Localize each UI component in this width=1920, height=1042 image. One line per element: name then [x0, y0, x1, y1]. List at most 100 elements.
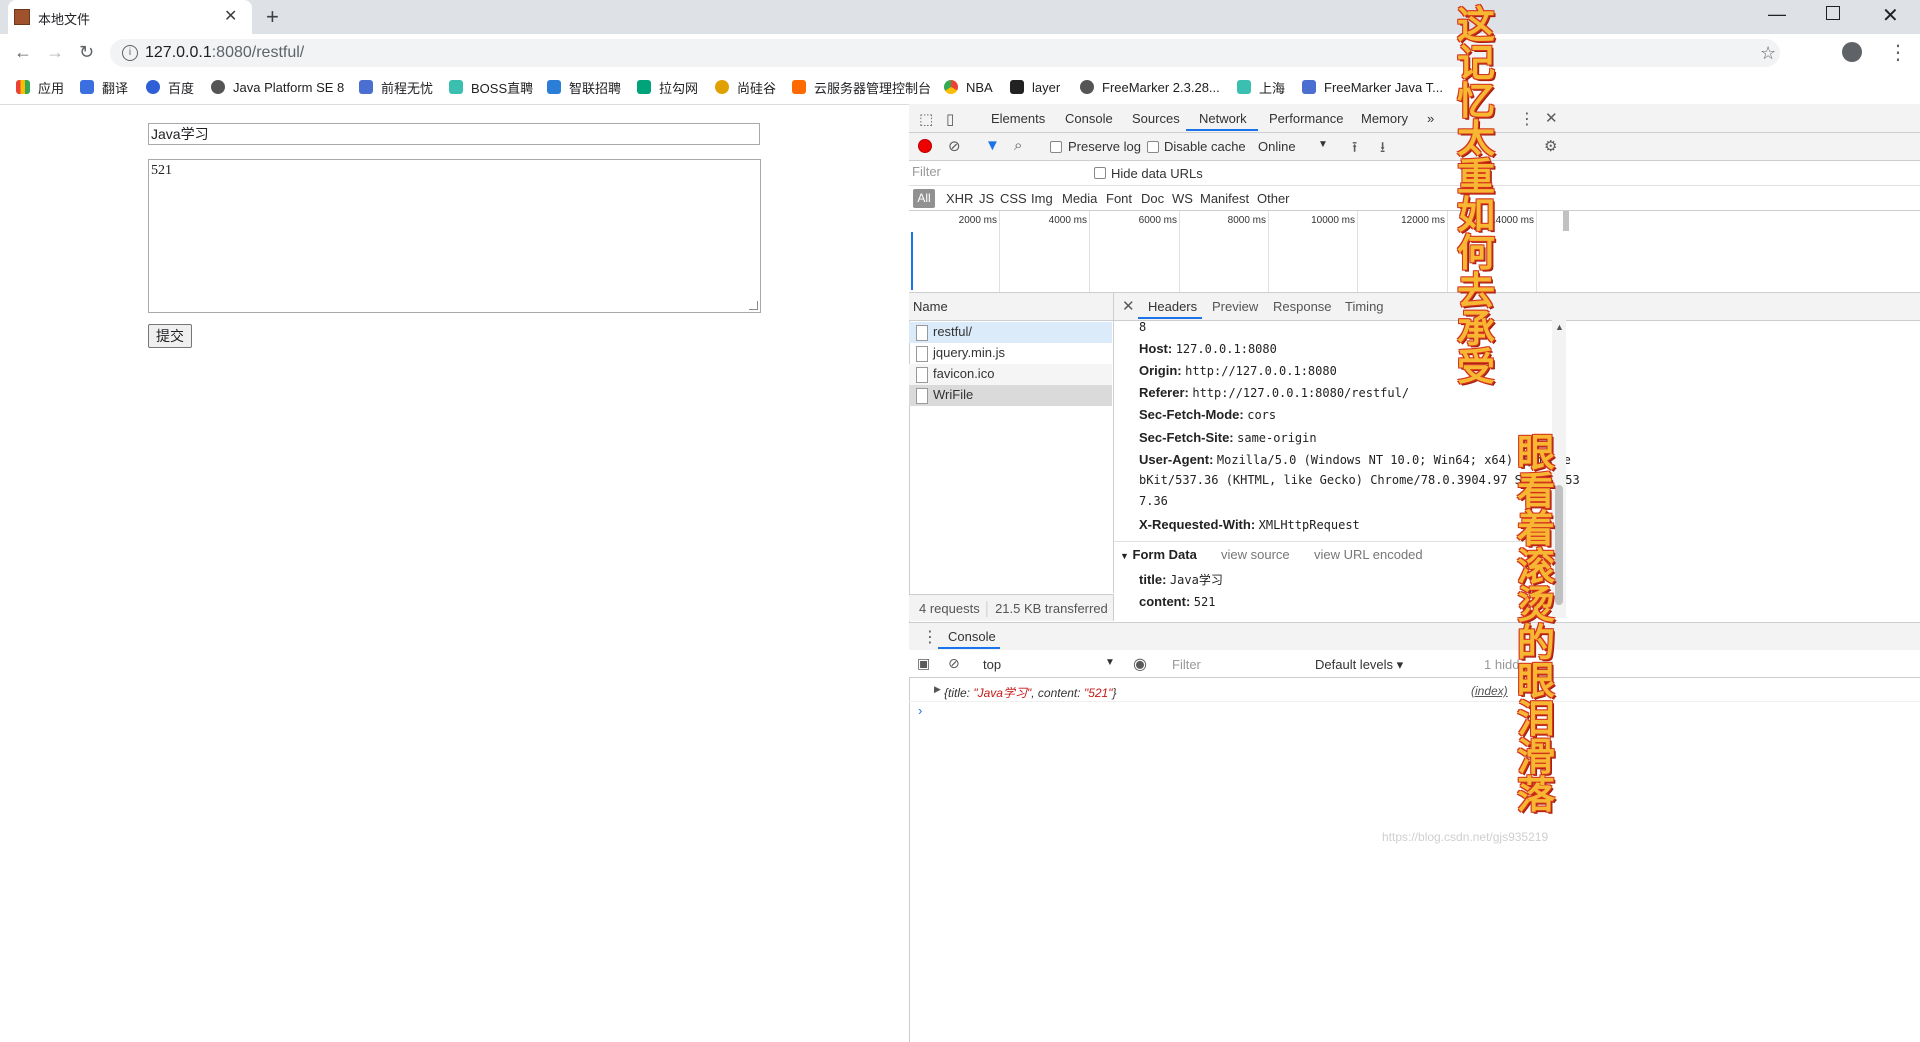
new-tab-button[interactable]: +: [266, 4, 279, 30]
import-har-icon[interactable]: ⭱: [1352, 137, 1357, 162]
network-settings-gear-icon[interactable]: ⚙: [1544, 137, 1557, 155]
bookmark-translate[interactable]: 翻译: [80, 77, 128, 97]
drawer-tab-console[interactable]: Console: [948, 629, 996, 644]
clear-icon[interactable]: ⊘: [948, 137, 961, 155]
bookmark-51job[interactable]: 前程无忧: [359, 77, 433, 97]
type-filter-font[interactable]: Font: [1106, 191, 1132, 206]
account-icon[interactable]: [1842, 42, 1862, 62]
tab-console[interactable]: Console: [1065, 111, 1113, 126]
bookmark-lagou[interactable]: 拉勾网: [637, 77, 698, 97]
type-filter-doc[interactable]: Doc: [1141, 191, 1164, 206]
hide-data-urls-checkbox[interactable]: [1094, 167, 1106, 179]
request-row-jquery[interactable]: jquery.min.js: [909, 343, 1112, 364]
bookmark-star-icon[interactable]: ☆: [1760, 43, 1776, 64]
submit-button[interactable]: 提交: [148, 324, 192, 348]
bookmark-label: 百度: [168, 80, 195, 96]
log-levels-select[interactable]: Default levels ▾: [1315, 657, 1403, 673]
tab-headers[interactable]: Headers: [1148, 299, 1197, 314]
scroll-up-icon[interactable]: ▲: [1555, 322, 1564, 332]
window-close-button[interactable]: ✕: [1882, 3, 1899, 28]
bookmark-shanghai[interactable]: 上海: [1237, 77, 1285, 97]
back-icon[interactable]: ←: [14, 42, 32, 63]
bookmark-boss[interactable]: BOSS直聘: [449, 77, 533, 97]
reload-icon[interactable]: ↻: [79, 42, 94, 63]
bookmark-label: Java Platform SE 8: [233, 79, 345, 95]
filter-icon[interactable]: ▼: [985, 137, 1000, 154]
view-url-encoded-link[interactable]: view URL encoded: [1314, 547, 1423, 562]
header-key: Sec-Fetch-Site:: [1139, 430, 1234, 445]
disable-cache-checkbox[interactable]: [1147, 141, 1159, 153]
close-detail-icon[interactable]: ✕: [1122, 297, 1135, 315]
browser-menu-icon[interactable]: ⋮: [1888, 40, 1908, 65]
address-bar[interactable]: [110, 39, 1780, 67]
window-minimize-button[interactable]: —: [1768, 4, 1786, 25]
type-filter-media[interactable]: Media: [1062, 191, 1097, 206]
tab-close-icon[interactable]: ✕: [224, 6, 237, 26]
form-data-section-toggle[interactable]: ▼ Form Data: [1120, 547, 1197, 562]
export-har-icon[interactable]: ⭳: [1380, 137, 1385, 162]
record-icon[interactable]: [918, 139, 932, 153]
throttling-select[interactable]: Online: [1258, 139, 1296, 154]
url-text[interactable]: 127.0.0.1:8080/restful/: [145, 44, 304, 62]
request-row-wrifile[interactable]: WriFile: [909, 385, 1112, 406]
type-filter-ws[interactable]: WS: [1172, 191, 1193, 206]
live-expression-eye-icon[interactable]: ◉: [1133, 654, 1147, 674]
tab-elements[interactable]: Elements: [991, 111, 1045, 126]
tab-network[interactable]: Network: [1199, 111, 1247, 126]
bookmark-freemarker[interactable]: FreeMarker 2.3.28...: [1080, 77, 1220, 97]
timeline-scrollbar[interactable]: [1563, 211, 1569, 231]
type-filter-other[interactable]: Other: [1257, 191, 1290, 206]
bookmark-apps[interactable]: 应用: [16, 77, 64, 97]
form-field-content: content: 521: [1139, 594, 1215, 609]
bookmark-java-platform[interactable]: Java Platform SE 8: [211, 77, 344, 97]
devtools-menu-icon[interactable]: ⋮: [1519, 109, 1535, 129]
bookmark-nba[interactable]: NBA: [944, 77, 993, 97]
type-filter-js[interactable]: JS: [979, 191, 994, 206]
drawer-menu-icon[interactable]: ⋮: [922, 627, 938, 647]
textarea-resize-handle[interactable]: [749, 301, 758, 310]
devtools-close-icon[interactable]: ✕: [1545, 109, 1558, 127]
context-caret-icon[interactable]: ▼: [1105, 657, 1115, 668]
tab-sources[interactable]: Sources: [1132, 111, 1180, 126]
bookmark-freemarker-java[interactable]: FreeMarker Java T...: [1302, 77, 1443, 97]
site-info-icon[interactable]: i: [122, 45, 138, 61]
tab-performance[interactable]: Performance: [1269, 111, 1343, 126]
more-tabs-icon[interactable]: »: [1427, 111, 1434, 126]
preserve-log-checkbox[interactable]: [1050, 141, 1062, 153]
type-filter-css[interactable]: CSS: [1000, 191, 1027, 206]
type-filter-xhr[interactable]: XHR: [946, 191, 973, 206]
execution-context-select[interactable]: top: [983, 657, 1001, 672]
tab-timing[interactable]: Timing: [1345, 299, 1384, 314]
console-prompt[interactable]: ›: [918, 703, 922, 718]
type-filter-all[interactable]: All: [913, 189, 935, 208]
view-source-link[interactable]: view source: [1221, 547, 1290, 562]
console-sidebar-icon[interactable]: ▣: [917, 655, 930, 672]
bookmark-aliyun[interactable]: 云服务器管理控制台: [792, 77, 931, 97]
bookmark-zhaopin[interactable]: 智联招聘: [547, 77, 621, 97]
window-maximize-button[interactable]: [1826, 6, 1840, 20]
forward-icon[interactable]: →: [46, 42, 64, 63]
tab-preview[interactable]: Preview: [1212, 299, 1258, 314]
request-row-restful[interactable]: restful/: [909, 322, 1112, 343]
type-filter-img[interactable]: Img: [1031, 191, 1053, 206]
type-filter-manifest[interactable]: Manifest: [1200, 191, 1249, 206]
log-source-link[interactable]: (index): [1471, 684, 1508, 698]
console-filter-input[interactable]: Filter: [1166, 655, 1306, 675]
title-input[interactable]: Java学习: [148, 123, 760, 145]
tab-response[interactable]: Response: [1273, 299, 1332, 314]
console-clear-icon[interactable]: ⊘: [948, 655, 960, 672]
bookmark-layer[interactable]: layer: [1010, 77, 1060, 97]
tab-memory[interactable]: Memory: [1361, 111, 1408, 126]
search-icon[interactable]: ⌕: [1014, 137, 1022, 154]
header-sec-fetch-mode: Sec-Fetch-Mode: cors: [1139, 407, 1276, 422]
console-log-message[interactable]: {title: "Java学习", content: "521"}: [944, 684, 1117, 701]
bookmark-baidu[interactable]: 百度: [146, 77, 194, 97]
network-filter-input[interactable]: Filter: [912, 164, 1080, 182]
request-row-favicon[interactable]: favicon.ico: [909, 364, 1112, 385]
expand-object-icon[interactable]: ▶: [934, 684, 941, 695]
content-textarea[interactable]: 521: [148, 159, 761, 313]
throttling-caret-icon[interactable]: ▼: [1318, 139, 1328, 150]
bookmark-atguigu[interactable]: 尚硅谷: [715, 77, 776, 97]
device-toolbar-icon[interactable]: ▯: [946, 110, 954, 128]
inspect-element-icon[interactable]: ⬚: [919, 110, 933, 128]
